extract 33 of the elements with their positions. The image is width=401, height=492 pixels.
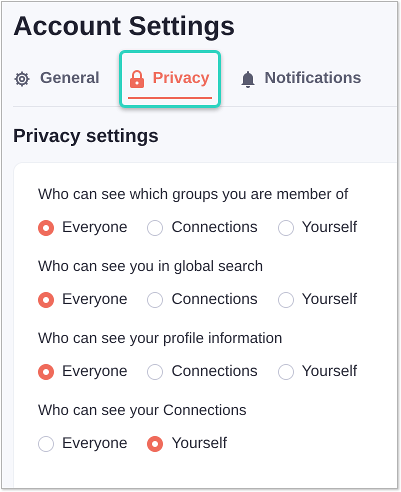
tab[interactable]: General [13, 50, 111, 108]
radio-button[interactable] [278, 364, 294, 380]
radio-button[interactable] [278, 292, 294, 308]
radio-button[interactable] [147, 292, 164, 308]
radio-option[interactable]: Yourself [147, 435, 227, 453]
radio-option[interactable]: Yourself [278, 291, 358, 309]
radio-option[interactable]: Connections [147, 363, 258, 381]
radio-option[interactable]: Connections [147, 219, 258, 237]
radio-button[interactable] [38, 364, 54, 380]
radio-option[interactable]: Connections [147, 291, 258, 309]
question-label: Who can see your Connections [38, 401, 248, 421]
radio-option[interactable]: Everyone [38, 363, 128, 381]
question-label: Who can see which groups you are member of [38, 185, 350, 205]
radio-button[interactable] [38, 220, 54, 236]
radio-option[interactable]: Everyone [38, 435, 128, 453]
radio-button[interactable] [38, 436, 54, 452]
section-title: Privacy settings [13, 126, 160, 148]
radio-option[interactable]: Yourself [278, 363, 358, 381]
question-label: Who can see your profile information [38, 329, 284, 349]
radio-option[interactable]: Yourself [278, 219, 358, 237]
lock-icon [130, 70, 144, 88]
radio-button[interactable] [147, 220, 164, 236]
gear-icon [13, 70, 31, 88]
tab[interactable]: Notifications [228, 50, 372, 108]
radio-option[interactable]: Everyone [38, 219, 128, 237]
radio-option[interactable]: Everyone [38, 291, 128, 309]
radio-button[interactable] [147, 364, 164, 380]
radio-button[interactable] [38, 292, 54, 308]
radio-button[interactable] [147, 436, 164, 452]
bell-icon [240, 70, 256, 88]
question-label: Who can see you in global search [38, 257, 264, 277]
radio-button[interactable] [278, 220, 294, 236]
page-title: Account Settings [13, 10, 236, 42]
